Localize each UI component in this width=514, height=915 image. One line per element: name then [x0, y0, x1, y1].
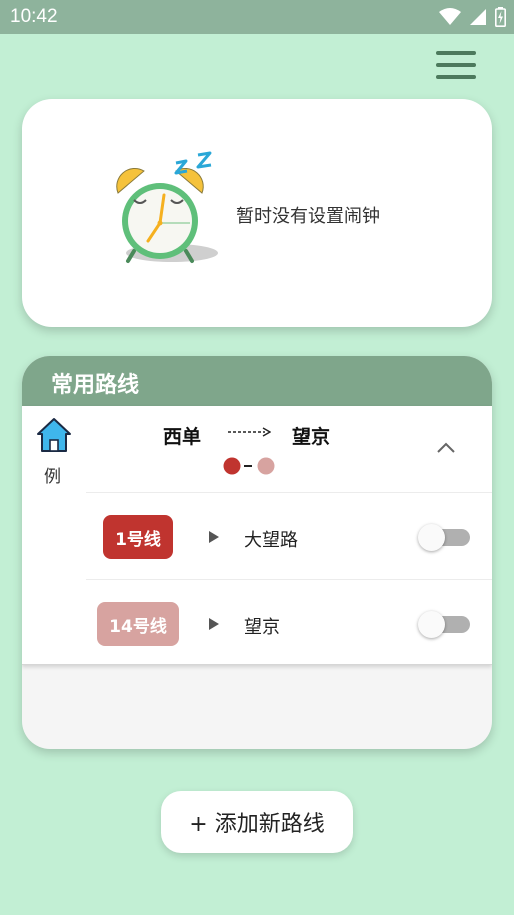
station-name: 望京 [244, 617, 280, 638]
wifi-icon [439, 8, 461, 25]
route-item[interactable]: 例 西单 望京 1号线 大望路 14号线 望京 [22, 406, 492, 665]
to-station: 望京 [292, 426, 331, 448]
from-station: 西单 [163, 426, 202, 448]
status-icons [439, 7, 506, 27]
line-toggle[interactable] [418, 522, 472, 552]
station-name: 大望路 [244, 530, 298, 551]
battery-icon [495, 7, 506, 27]
add-route-button[interactable]: + 添加新路线 [161, 791, 353, 853]
status-bar: 10:42 [0, 0, 514, 34]
routes-title: 常用路线 [51, 373, 140, 398]
line-badge: 14号线 [97, 602, 179, 646]
home-icon [37, 418, 71, 452]
line-row: 1号线 大望路 [86, 493, 492, 579]
alarm-card: 暂时没有设置闹钟 [22, 99, 492, 327]
example-label: 例 [44, 467, 61, 487]
status-time: 10:42 [10, 6, 58, 27]
cell-signal-icon [470, 9, 486, 25]
line-color-dots [223, 457, 275, 475]
chevron-up-icon[interactable] [434, 438, 458, 458]
arrow-right-icon [228, 427, 271, 437]
line-badge: 1号线 [103, 515, 173, 559]
line-row: 14号线 望京 [86, 580, 492, 666]
common-routes-card: 常用路线 例 西单 望京 1号线 大望路 14号线 望京 [22, 356, 492, 749]
play-icon [209, 618, 219, 630]
no-alarm-text: 暂时没有设置闹钟 [236, 206, 380, 227]
menu-icon[interactable] [432, 48, 478, 82]
routes-header: 常用路线 [22, 356, 492, 406]
play-icon [209, 531, 219, 543]
line-toggle[interactable] [418, 609, 472, 639]
sleeping-alarm-clock-icon [116, 151, 218, 263]
